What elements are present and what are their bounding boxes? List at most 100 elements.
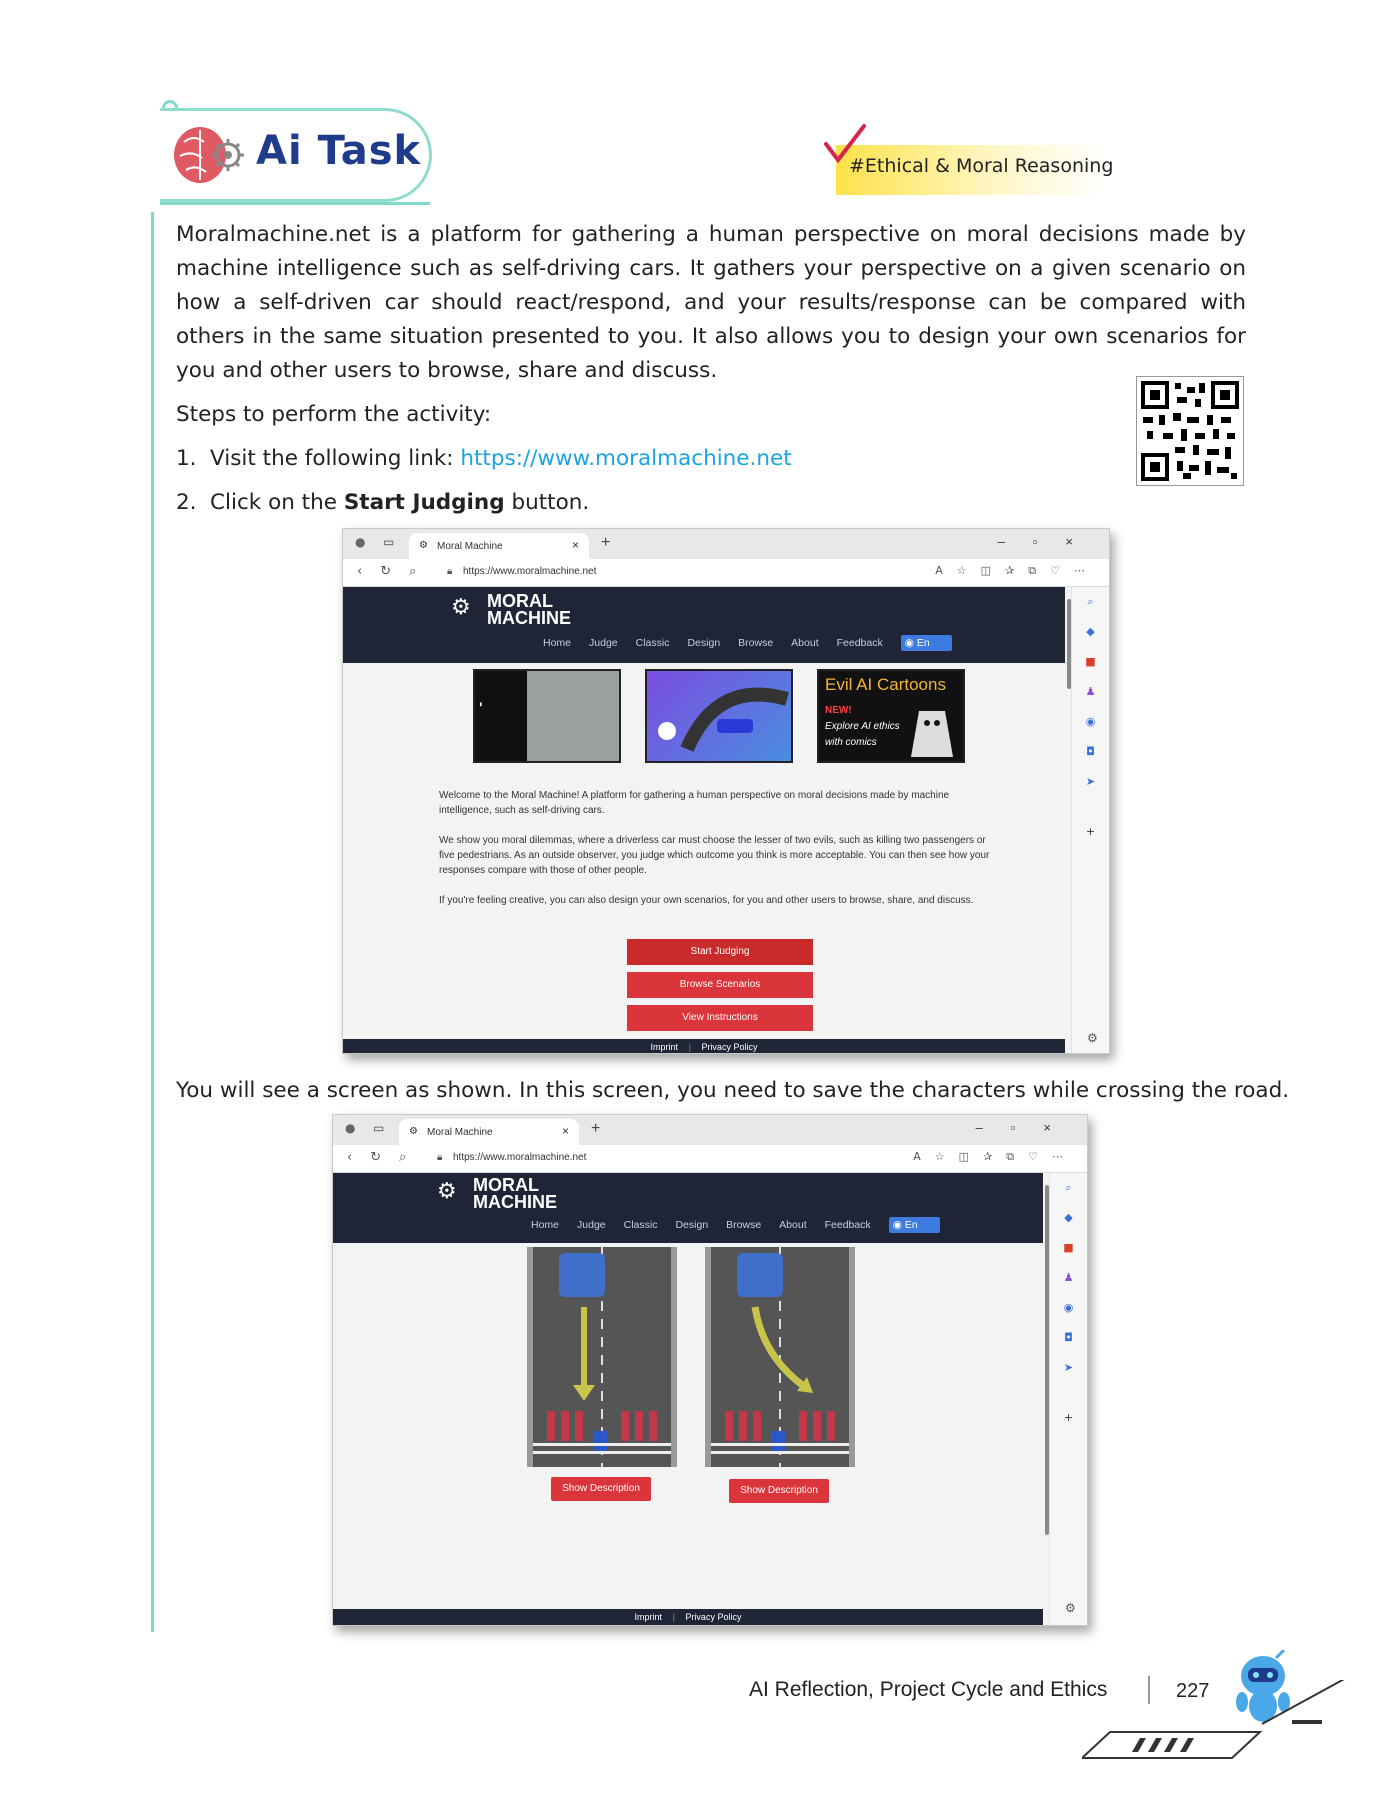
site-favicon-icon: ⚙ bbox=[409, 1126, 418, 1137]
lock-icon: 🔒︎ bbox=[447, 566, 453, 577]
add-icon[interactable]: + bbox=[1072, 817, 1109, 847]
nav-about[interactable]: About bbox=[779, 1219, 806, 1231]
nav-judge[interactable]: Judge bbox=[577, 1219, 606, 1231]
office-icon[interactable]: ◉ bbox=[1072, 707, 1109, 737]
frame-line-left bbox=[151, 212, 154, 1632]
site-header: ⚙ MORAL MACHINE Home Judge Classic Design Br… bbox=[333, 1173, 1043, 1243]
tab-actions-icon[interactable]: ▭ bbox=[373, 1121, 384, 1135]
tab-close-icon[interactable]: × bbox=[572, 538, 579, 552]
site-logo[interactable]: MORAL MACHINE bbox=[473, 1176, 557, 1211]
tab-moral-machine[interactable]: ⚙ Moral Machine × bbox=[399, 1119, 579, 1145]
edge-sidebar: ⌕ ◆ ■ ♟ ◉ ◘ ➤ + bbox=[1049, 1173, 1087, 1625]
toolbox-icon[interactable]: ■ bbox=[1050, 1233, 1087, 1263]
people-icon[interactable]: ♟ bbox=[1050, 1263, 1087, 1293]
tab-moral-machine[interactable]: ⚙ Moral Machine × bbox=[409, 533, 589, 559]
scenario-left[interactable] bbox=[527, 1247, 677, 1467]
url-field[interactable]: https://www.moralmachine.net bbox=[463, 566, 596, 577]
search-icon[interactable]: ⌕ bbox=[1050, 1173, 1087, 1203]
intro-paragraph: Moralmachine.net is a platform for gathe… bbox=[176, 222, 1246, 383]
footer-imprint-link[interactable]: Imprint bbox=[635, 1612, 663, 1622]
outlook-icon[interactable]: ◘ bbox=[1072, 737, 1109, 767]
nav-design[interactable]: Design bbox=[687, 637, 720, 649]
nav-browse[interactable]: Browse bbox=[738, 637, 773, 649]
language-button[interactable]: ◉ En bbox=[900, 635, 952, 651]
nav-home[interactable]: Home bbox=[543, 637, 571, 649]
view-instructions-button[interactable]: View Instructions bbox=[627, 1005, 813, 1031]
banner-challenge[interactable] bbox=[645, 669, 793, 763]
nav-about[interactable]: About bbox=[791, 637, 818, 649]
tab-close-icon[interactable]: × bbox=[562, 1124, 569, 1138]
nav-feedback[interactable]: Feedback bbox=[837, 637, 883, 649]
nav-design[interactable]: Design bbox=[675, 1219, 708, 1231]
robot-cartoon-icon bbox=[911, 711, 953, 757]
site-footer: Imprint | Privacy Policy bbox=[333, 1609, 1043, 1625]
footer-imprint-link[interactable]: Imprint bbox=[651, 1042, 679, 1052]
tab-bar: ● ▭ ⚙ Moral Machine × + –▫× bbox=[333, 1115, 1087, 1145]
qr-code bbox=[1136, 376, 1244, 486]
toolbox-icon[interactable]: ■ bbox=[1072, 647, 1109, 677]
scrollbar[interactable] bbox=[1067, 599, 1071, 689]
lock-icon: 🔒︎ bbox=[437, 1152, 443, 1163]
scrollbar[interactable] bbox=[1045, 1185, 1049, 1535]
tag-label: #Ethical & Moral Reasoning bbox=[849, 155, 1114, 177]
frame-line-top bbox=[160, 202, 430, 205]
nav-feedback[interactable]: Feedback bbox=[825, 1219, 871, 1231]
send-icon[interactable]: ➤ bbox=[1050, 1353, 1087, 1383]
browser-window-2: ● ▭ ⚙ Moral Machine × + –▫× ‹↻⌕ 🔒︎ https… bbox=[332, 1114, 1088, 1626]
nav-home[interactable]: Home bbox=[531, 1219, 559, 1231]
new-tab-icon[interactable]: + bbox=[591, 1120, 600, 1138]
task-title: Ai Task bbox=[256, 128, 422, 174]
show-description-button-left[interactable]: Show Description bbox=[551, 1477, 651, 1501]
tag-icon[interactable]: ◆ bbox=[1072, 617, 1109, 647]
window-controls[interactable]: –▫× bbox=[976, 1120, 1079, 1135]
nav-judge[interactable]: Judge bbox=[589, 637, 618, 649]
browser-window-1: ● ▭ ⚙ Moral Machine × + –▫× ‹↻⌕ 🔒︎ https… bbox=[342, 528, 1110, 1054]
site-logo[interactable]: MORAL MACHINE bbox=[487, 592, 571, 627]
office-icon[interactable]: ◉ bbox=[1050, 1293, 1087, 1323]
moralmachine-link[interactable]: https://www.moralmachine.net bbox=[460, 446, 791, 471]
url-field[interactable]: https://www.moralmachine.net bbox=[453, 1152, 586, 1163]
profile-icon[interactable]: ● bbox=[345, 1121, 355, 1135]
scenario-left-illustration bbox=[533, 1247, 671, 1467]
new-tab-icon[interactable]: + bbox=[601, 534, 610, 552]
site-header: ⚙ MORAL MACHINE Home Judge Classic Design Br… bbox=[343, 587, 1065, 663]
nav-icons[interactable]: ‹↻⌕ bbox=[357, 564, 434, 579]
search-icon[interactable]: ⌕ bbox=[1072, 587, 1109, 617]
add-icon[interactable]: + bbox=[1050, 1403, 1087, 1433]
profile-icon[interactable]: ● bbox=[355, 535, 365, 549]
banner-cartoons[interactable]: Evil AI Cartoons NEW! Explore AI ethics … bbox=[817, 669, 965, 763]
people-icon[interactable]: ♟ bbox=[1072, 677, 1109, 707]
nav-classic[interactable]: Classic bbox=[624, 1219, 658, 1231]
start-judging-button[interactable]: Start Judging bbox=[627, 939, 813, 965]
address-bar: ‹↻⌕ 🔒︎ https://www.moralmachine.net A☆◫✰… bbox=[343, 559, 1109, 587]
nav-classic[interactable]: Classic bbox=[636, 637, 670, 649]
scenario-right-illustration bbox=[711, 1247, 849, 1467]
nav-icons[interactable]: ‹↻⌕ bbox=[347, 1150, 424, 1165]
address-bar: ‹↻⌕ 🔒︎ https://www.moralmachine.net A☆◫✰… bbox=[333, 1145, 1087, 1173]
settings-icon[interactable]: ⚙ bbox=[1065, 1601, 1076, 1615]
race-car-icon bbox=[658, 687, 789, 752]
welcome-text: Welcome to the Moral Machine! A platform… bbox=[439, 790, 990, 906]
site-nav: Home Judge Classic Design Browse About Feedbac… bbox=[543, 635, 970, 651]
language-button[interactable]: ◉ En bbox=[888, 1217, 940, 1233]
window-controls[interactable]: –▫× bbox=[998, 534, 1101, 549]
show-description-button-right[interactable]: Show Description bbox=[729, 1479, 829, 1503]
toolbar-icons[interactable]: A☆◫✰⧉♡⋯ bbox=[935, 564, 1099, 578]
toolbar-icons[interactable]: A☆◫✰⧉♡⋯ bbox=[913, 1150, 1077, 1164]
nav-browse[interactable]: Browse bbox=[726, 1219, 761, 1231]
tag-icon[interactable]: ◆ bbox=[1050, 1203, 1087, 1233]
between-text: You will see a screen as shown. In this … bbox=[176, 1078, 1290, 1103]
logo-gear-icon: ⚙ bbox=[437, 1179, 457, 1204]
browse-scenarios-button[interactable]: Browse Scenarios bbox=[627, 972, 813, 998]
tab-bar: ● ▭ ⚙ Moral Machine × + –▫× bbox=[343, 529, 1109, 559]
send-icon[interactable]: ➤ bbox=[1072, 767, 1109, 797]
brain-gear-icon bbox=[174, 127, 244, 183]
steps-heading: Steps to perform the activity: bbox=[176, 402, 492, 427]
settings-icon[interactable]: ⚙ bbox=[1087, 1031, 1098, 1045]
tab-actions-icon[interactable]: ▭ bbox=[383, 535, 394, 549]
footer-privacy-link[interactable]: Privacy Policy bbox=[701, 1042, 757, 1052]
outlook-icon[interactable]: ◘ bbox=[1050, 1323, 1087, 1353]
footer-privacy-link[interactable]: Privacy Policy bbox=[685, 1612, 741, 1622]
banner-book[interactable]: ▮ bbox=[473, 669, 621, 763]
scenario-right[interactable] bbox=[705, 1247, 855, 1467]
